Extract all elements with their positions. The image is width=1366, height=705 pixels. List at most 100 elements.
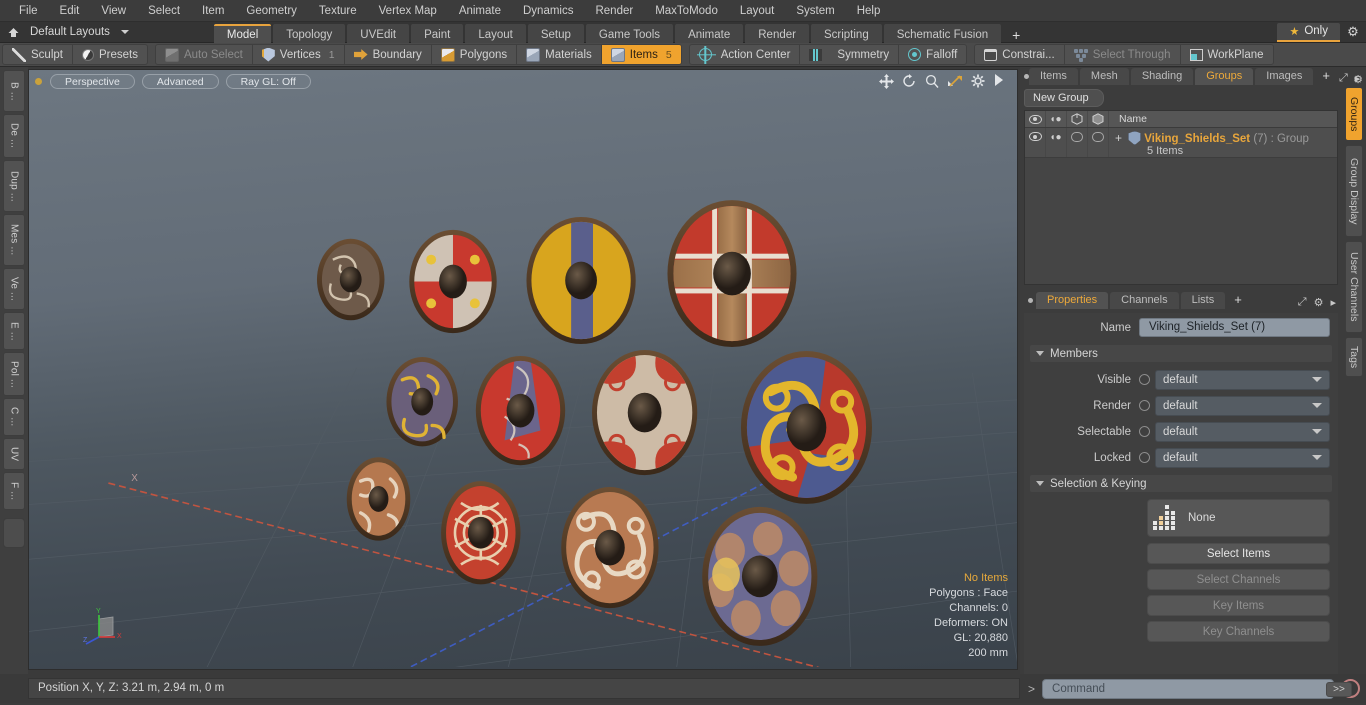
- layout-tab-render[interactable]: Render: [745, 23, 809, 43]
- expand-properties-icon[interactable]: ⤢: [1298, 296, 1307, 309]
- menu-item-animate[interactable]: Animate: [448, 1, 512, 21]
- side-tab-group-display[interactable]: Group Display: [1345, 145, 1363, 237]
- row-render-toggle[interactable]: ◖●: [1046, 128, 1067, 157]
- row-wire-toggle[interactable]: [1067, 128, 1088, 157]
- tab-lists[interactable]: Lists: [1180, 292, 1226, 309]
- play-icon[interactable]: [994, 74, 1008, 88]
- menu-item-edit[interactable]: Edit: [49, 1, 91, 21]
- action-center-button[interactable]: Action Center: [690, 45, 801, 64]
- render-dropdown[interactable]: default: [1155, 395, 1330, 416]
- presets-button[interactable]: Presets: [73, 45, 147, 64]
- menu-item-geometry[interactable]: Geometry: [235, 1, 308, 21]
- layout-tab-layout[interactable]: Layout: [465, 23, 526, 43]
- add-panel-tab-button[interactable]: +: [1315, 68, 1337, 85]
- expand-more-button[interactable]: >>: [1326, 682, 1352, 697]
- chevron-right-icon[interactable]: ▸: [1330, 296, 1336, 309]
- left-tab-blank[interactable]: [3, 518, 25, 548]
- layout-tab-setup[interactable]: Setup: [527, 23, 584, 43]
- layout-tab-schematic-fusion[interactable]: Schematic Fusion: [883, 23, 1002, 43]
- tab-groups[interactable]: Groups: [1195, 68, 1254, 85]
- visible-dropdown[interactable]: default: [1155, 369, 1330, 390]
- falloff-button[interactable]: Falloff: [899, 45, 966, 64]
- menu-item-texture[interactable]: Texture: [308, 1, 368, 21]
- menu-item-system[interactable]: System: [785, 1, 845, 21]
- add-layout-tab-button[interactable]: +: [1003, 24, 1029, 43]
- gear-icon[interactable]: ⚙: [1353, 73, 1363, 87]
- select-through-button[interactable]: Select Through: [1065, 45, 1181, 64]
- properties-menu-dot[interactable]: [1024, 291, 1036, 309]
- group-name-field[interactable]: Viking_Shields_Set (7): [1139, 318, 1330, 337]
- members-section-header[interactable]: Members: [1030, 345, 1332, 362]
- vertices-button[interactable]: Vertices 1: [253, 45, 345, 64]
- left-tab-falloff[interactable]: F ...: [3, 472, 25, 510]
- group-row-content[interactable]: + Viking_Shields_Set (7) : Group 5 Items: [1109, 128, 1337, 157]
- perspective-viewport[interactable]: X Perspective Advanced Ray GL: Off No It…: [28, 69, 1018, 670]
- layout-tab-animate[interactable]: Animate: [675, 23, 744, 43]
- table-row[interactable]: ◖● + Viking_Shields_Set (7) : Group 5 It…: [1025, 128, 1337, 158]
- selectable-indicator[interactable]: [1139, 426, 1150, 437]
- side-tab-user-channels[interactable]: User Channels: [1345, 241, 1363, 333]
- selection-keying-section-header[interactable]: Selection & Keying: [1030, 475, 1332, 492]
- left-tab-edge[interactable]: E ...: [3, 312, 25, 350]
- layout-preset-label[interactable]: Default Layouts: [26, 26, 116, 38]
- left-tab-vertex[interactable]: Ve ...: [3, 268, 25, 310]
- left-tab-basic[interactable]: B ...: [3, 70, 25, 112]
- select-channels-button[interactable]: Select Channels: [1147, 569, 1330, 590]
- tab-images[interactable]: Images: [1255, 68, 1314, 85]
- command-input[interactable]: Command: [1042, 678, 1334, 699]
- materials-button[interactable]: Materials: [517, 45, 602, 64]
- boundary-button[interactable]: Boundary: [345, 45, 432, 64]
- layout-tab-game-tools[interactable]: Game Tools: [585, 23, 674, 43]
- add-properties-tab-button[interactable]: +: [1227, 292, 1249, 309]
- auto-select-button[interactable]: Auto Select: [156, 45, 253, 64]
- locked-indicator[interactable]: [1139, 452, 1150, 463]
- viewport-menu-dot[interactable]: [35, 77, 42, 85]
- gear-icon[interactable]: ⚙: [1340, 24, 1366, 40]
- layout-tab-scripting[interactable]: Scripting: [810, 23, 882, 43]
- viewport-raygl-button[interactable]: Ray GL: Off: [225, 73, 311, 89]
- menu-item-render[interactable]: Render: [584, 1, 644, 21]
- menu-item-dynamics[interactable]: Dynamics: [512, 1, 584, 21]
- tab-mesh[interactable]: Mesh ...: [1079, 68, 1129, 98]
- tab-properties[interactable]: Properties: [1036, 292, 1109, 309]
- group-list[interactable]: ◖● Name ◖● + Viking_Shields_Set (7): Gr…: [1024, 110, 1338, 285]
- menu-item-select[interactable]: Select: [137, 1, 191, 21]
- layout-tab-paint[interactable]: Paint: [411, 23, 464, 43]
- left-tab-mesh-edit[interactable]: Mes ...: [3, 214, 25, 266]
- only-toggle[interactable]: ★ Only: [1277, 22, 1340, 42]
- fit-icon[interactable]: [948, 74, 962, 88]
- tab-channels[interactable]: Channels: [1110, 292, 1179, 309]
- menu-item-view[interactable]: View: [90, 1, 137, 21]
- left-tab-deform[interactable]: De ...: [3, 114, 25, 158]
- viewport-projection-button[interactable]: Perspective: [50, 73, 135, 89]
- home-icon[interactable]: [0, 23, 26, 42]
- gear-icon[interactable]: [971, 74, 985, 88]
- left-tab-uv[interactable]: UV: [3, 438, 25, 470]
- left-tab-polygon[interactable]: Pol ...: [3, 352, 25, 396]
- viking-shields-group[interactable]: [29, 70, 1017, 667]
- left-tab-duplicate[interactable]: Dup ...: [3, 160, 25, 212]
- expand-group-icon[interactable]: +: [1115, 131, 1125, 145]
- constrain-button[interactable]: Constrai...: [975, 45, 1065, 64]
- sculpt-button[interactable]: Sculpt: [3, 45, 73, 64]
- key-channels-button[interactable]: Key Channels: [1147, 621, 1330, 642]
- menu-item-maxtomodo[interactable]: MaxToModo: [644, 1, 729, 21]
- side-tab-groups[interactable]: Groups: [1345, 87, 1363, 141]
- axis-gizmo[interactable]: Y X Z: [81, 603, 127, 647]
- tab-items[interactable]: Items: [1029, 68, 1078, 85]
- workplane-button[interactable]: WorkPlane: [1181, 45, 1273, 64]
- left-tab-curve[interactable]: C ...: [3, 398, 25, 436]
- keying-set-field[interactable]: None: [1147, 499, 1330, 537]
- rotate-icon[interactable]: [902, 74, 916, 88]
- viewport-shading-button[interactable]: Advanced: [141, 73, 219, 89]
- side-tab-tags[interactable]: Tags: [1345, 337, 1363, 377]
- group-name[interactable]: Viking_Shields_Set: [1144, 133, 1250, 145]
- row-visibility-toggle[interactable]: [1025, 128, 1046, 157]
- polygons-button[interactable]: Polygons: [432, 45, 518, 64]
- layout-tab-topology[interactable]: Topology: [273, 23, 346, 43]
- selectable-dropdown[interactable]: default: [1155, 421, 1330, 442]
- layout-tab-uvedit[interactable]: UVEdit: [347, 23, 410, 43]
- new-group-button[interactable]: New Group: [1024, 89, 1104, 107]
- menu-item-layout[interactable]: Layout: [729, 1, 786, 21]
- render-indicator[interactable]: [1139, 400, 1150, 411]
